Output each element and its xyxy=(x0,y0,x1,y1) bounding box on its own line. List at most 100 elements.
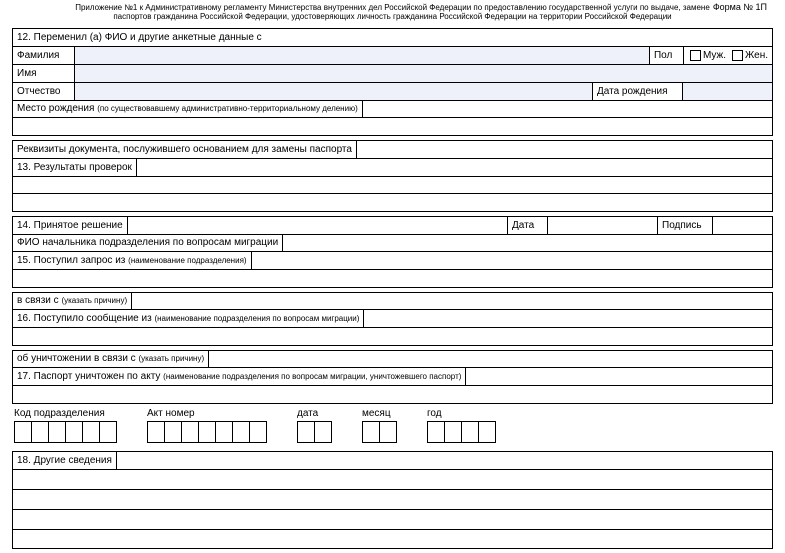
act-box[interactable] xyxy=(164,421,182,443)
sex-female-label: Жен. xyxy=(745,50,768,61)
section-12-title: 12. Переменил (а) ФИО и другие анкетные … xyxy=(13,29,266,46)
section-13-blank-2[interactable] xyxy=(12,194,773,212)
year-box[interactable] xyxy=(478,421,496,443)
act-label: Акт номер xyxy=(147,408,267,419)
section-15-reason-label: в связи с (указать причину) xyxy=(13,293,132,309)
date-group: дата xyxy=(297,408,332,443)
section-14-date-field[interactable] xyxy=(547,217,657,234)
section-13-field[interactable] xyxy=(137,159,772,176)
act-box[interactable] xyxy=(198,421,216,443)
patronymic-row: Отчество Дата рождения xyxy=(12,82,773,100)
month-group: месяц xyxy=(362,408,397,443)
surname-field[interactable] xyxy=(75,47,649,64)
year-box[interactable] xyxy=(444,421,462,443)
act-box[interactable] xyxy=(215,421,233,443)
section-17-row: 17. Паспорт уничтожен по акту (наименова… xyxy=(12,368,773,386)
section-16-destroy-field[interactable] xyxy=(209,351,772,367)
surname-row: Фамилия Пол Муж. Жен. xyxy=(12,46,773,64)
section-16-row: 16. Поступило сообщение из (наименование… xyxy=(12,310,773,328)
year-box[interactable] xyxy=(461,421,479,443)
dept-code-box[interactable] xyxy=(48,421,66,443)
dept-code-box[interactable] xyxy=(65,421,83,443)
name-label: Имя xyxy=(13,65,75,82)
section-17-title: 17. Паспорт уничтожен по акту (наименова… xyxy=(13,368,466,385)
section-18-blank[interactable] xyxy=(12,529,773,549)
date-box[interactable] xyxy=(297,421,315,443)
section-17-field[interactable] xyxy=(466,368,772,385)
section-15-reason-field[interactable] xyxy=(132,293,772,309)
section-14-title: 14. Принятое решение xyxy=(13,217,128,234)
sex-female-checkbox[interactable] xyxy=(732,50,743,61)
date-label: дата xyxy=(297,408,332,419)
name-field[interactable] xyxy=(75,65,772,82)
section-18-blank[interactable] xyxy=(12,509,773,529)
birthplace-row: Место рождения (по существовавшему админ… xyxy=(12,100,773,118)
chief-row: ФИО начальника подразделения по вопросам… xyxy=(12,234,773,252)
section-15-row: 15. Поступил запрос из (наименование под… xyxy=(12,252,773,270)
act-group: Акт номер xyxy=(147,408,267,443)
act-box[interactable] xyxy=(232,421,250,443)
sex-male-checkbox[interactable] xyxy=(690,50,701,61)
section-13-title: 13. Результаты проверок xyxy=(13,159,137,176)
year-group: год xyxy=(427,408,496,443)
section-16-field[interactable] xyxy=(364,310,772,327)
surname-label: Фамилия xyxy=(13,47,75,64)
section-16-destroy-label: об уничтожении в связи с (указать причин… xyxy=(13,351,209,367)
sex-options: Муж. Жен. xyxy=(683,47,772,64)
dept-code-box[interactable] xyxy=(99,421,117,443)
dept-code-box[interactable] xyxy=(82,421,100,443)
patronymic-field[interactable] xyxy=(75,83,592,100)
doc-basis-field[interactable] xyxy=(357,141,772,158)
section-18-field[interactable] xyxy=(117,452,772,469)
section-15-blank[interactable] xyxy=(12,270,773,288)
section-14-sign-label: Подпись xyxy=(657,217,712,234)
section-15-field[interactable] xyxy=(252,252,772,269)
section-17-blank[interactable] xyxy=(12,386,773,404)
dob-label: Дата рождения xyxy=(592,83,682,100)
birthplace-label: Место рождения (по существовавшему админ… xyxy=(13,101,363,117)
chief-field[interactable] xyxy=(283,235,772,251)
section-12-title-row: 12. Переменил (а) ФИО и другие анкетные … xyxy=(12,28,773,46)
month-box[interactable] xyxy=(379,421,397,443)
dept-code-box[interactable] xyxy=(14,421,32,443)
doc-basis-row: Реквизиты документа, послужившего основа… xyxy=(12,140,773,158)
act-box[interactable] xyxy=(249,421,267,443)
dept-code-label: Код подразделения xyxy=(14,408,117,419)
section-13-blank-1[interactable] xyxy=(12,176,773,194)
birthplace-field[interactable] xyxy=(363,101,772,117)
code-boxes-area: Код подразделения Акт номер дата ме xyxy=(12,408,773,443)
dob-field[interactable] xyxy=(682,83,772,100)
month-box[interactable] xyxy=(362,421,380,443)
section-16-destroy-row: об уничтожении в связи с (указать причин… xyxy=(12,350,773,368)
section-14-row: 14. Принятое решение Дата Подпись xyxy=(12,216,773,234)
section-14-date-label: Дата xyxy=(507,217,547,234)
date-box[interactable] xyxy=(314,421,332,443)
act-box[interactable] xyxy=(181,421,199,443)
sex-label: Пол xyxy=(649,47,683,64)
section-13-row: 13. Результаты проверок xyxy=(12,158,773,176)
section-15-reason-row: в связи с (указать причину) xyxy=(12,292,773,310)
month-label: месяц xyxy=(362,408,397,419)
year-label: год xyxy=(427,408,496,419)
section-18-title: 18. Другие сведения xyxy=(13,452,117,469)
section-14-field[interactable] xyxy=(128,217,507,234)
section-18-row: 18. Другие сведения xyxy=(12,451,773,469)
act-box[interactable] xyxy=(147,421,165,443)
section-16-blank[interactable] xyxy=(12,328,773,346)
section-18-blank[interactable] xyxy=(12,469,773,489)
patronymic-label: Отчество xyxy=(13,83,75,100)
section-15-title: 15. Поступил запрос из (наименование под… xyxy=(13,252,252,269)
form-number: Форма № 1П xyxy=(713,2,767,12)
name-row: Имя xyxy=(12,64,773,82)
sex-male-label: Муж. xyxy=(703,50,726,61)
section-16-title: 16. Поступило сообщение из (наименование… xyxy=(13,310,364,327)
year-box[interactable] xyxy=(427,421,445,443)
birthplace-row-2[interactable] xyxy=(12,118,773,136)
dept-code-group: Код подразделения xyxy=(14,408,117,443)
section-14-sign-field[interactable] xyxy=(712,217,772,234)
header-line-2: паспортов гражданина Российской Федераци… xyxy=(12,13,773,22)
section-18-blank[interactable] xyxy=(12,489,773,509)
chief-label: ФИО начальника подразделения по вопросам… xyxy=(13,235,283,251)
doc-basis-label: Реквизиты документа, послужившего основа… xyxy=(13,141,357,158)
dept-code-box[interactable] xyxy=(31,421,49,443)
